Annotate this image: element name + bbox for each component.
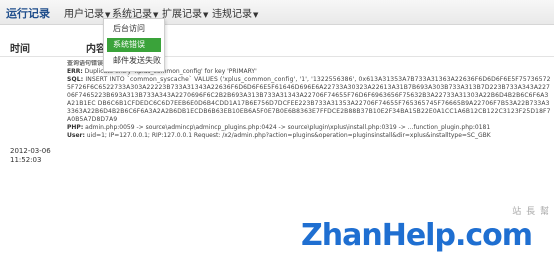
log-user-line: User: uid=1; IP=127.0.0.1; RIP:127.0.0.1…: [67, 132, 551, 140]
log-timestamp: 2012-03-06 11:52:03: [10, 147, 51, 165]
header-divider: [0, 56, 554, 57]
top-navigation-bar: 运行记录 用户记录▼ 系统记录▼ 扩展记录▼ 违规记录▼: [0, 0, 554, 25]
php-text: admin.php:0059 -> source\admincp\admincp…: [85, 124, 491, 131]
menu-item-mail-failures[interactable]: 邮件发送失败: [107, 54, 161, 68]
log-time: 11:52:03: [10, 156, 42, 164]
user-text: uid=1; IP=127.0.0.1; RIP:127.0.0.1 Reque…: [86, 132, 491, 139]
php-label: PHP:: [67, 124, 84, 131]
system-logs-dropdown-menu: 后台访问 系统错误 邮件发送失败: [103, 18, 165, 72]
nav-extension-logs[interactable]: 扩展记录▼: [162, 5, 208, 20]
log-sql-line: SQL: INSERT INTO `common_syscache` VALUE…: [67, 76, 551, 124]
nav-label: 用户记录: [64, 9, 104, 20]
nav-label: 违规记录: [212, 9, 252, 20]
menu-item-admin-access[interactable]: 后台访问: [107, 22, 161, 36]
err-label: ERR:: [67, 68, 83, 75]
log-date: 2012-03-06: [10, 147, 51, 155]
menu-item-system-errors[interactable]: 系统错误: [107, 38, 161, 52]
log-php-line: PHP: admin.php:0059 -> source\admincp\ad…: [67, 124, 551, 132]
sql-text: INSERT INTO `common_syscache` VALUES ('x…: [67, 76, 551, 123]
app-title: 运行记录: [6, 7, 50, 20]
nav-label: 扩展记录: [162, 9, 202, 20]
log-entry-content: 查询语句错误 ERR: Duplicate entry 'xplus_commo…: [67, 60, 551, 220]
chevron-down-icon: ▼: [253, 11, 259, 19]
watermark-subtitle: 站 長 幫: [512, 207, 550, 217]
watermark-logo: ZhanHelp.com: [301, 218, 533, 253]
chevron-down-icon: ▼: [203, 11, 209, 19]
sql-label: SQL:: [67, 76, 84, 83]
user-label: User:: [67, 132, 85, 139]
column-header-time: 时间: [10, 44, 30, 55]
nav-violation-logs[interactable]: 违规记录▼: [212, 5, 258, 20]
